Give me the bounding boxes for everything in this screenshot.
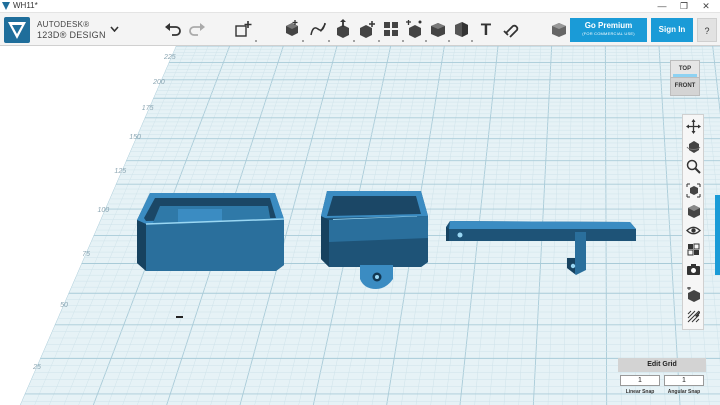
ruler-label: 200 (152, 79, 165, 86)
modify-icon[interactable] (357, 19, 377, 39)
window-title-bar: WH11* — ❐ ✕ (0, 0, 720, 13)
ruler-label: 225 (163, 54, 176, 61)
maximize-button[interactable]: ❐ (673, 0, 695, 13)
materials-icon[interactable] (686, 242, 701, 257)
combine-icon[interactable] (428, 19, 448, 39)
navigation-bar (682, 114, 704, 330)
chevron-down-icon[interactable] (110, 26, 119, 32)
app-logo[interactable] (4, 17, 30, 43)
construct-icon[interactable] (333, 19, 353, 39)
minimize-button[interactable]: — (651, 0, 673, 13)
edit-grid-panel: Edit Grid 1 1 Linear Snap Angular Snap (618, 358, 706, 400)
logo-icon (8, 22, 26, 39)
origin-marker (176, 316, 183, 318)
view-cube[interactable]: TOP FRONT (670, 60, 700, 96)
go-premium-button[interactable]: Go Premium (FOR COMMERCIAL USE) (570, 18, 647, 42)
ruler-label: 25 (32, 364, 41, 371)
dropdown-dot (255, 40, 257, 42)
svg-text:T: T (481, 20, 492, 39)
material-icon[interactable] (549, 19, 569, 39)
sketch-icon[interactable] (308, 19, 328, 39)
pan-icon[interactable] (686, 119, 701, 134)
orbit-icon[interactable] (686, 139, 701, 154)
model-box-open[interactable] (137, 193, 285, 271)
redo-icon[interactable] (187, 19, 207, 39)
edit-grid-icon[interactable] (686, 309, 701, 324)
ruler-label: 150 (129, 134, 141, 141)
dropdown-dot (378, 40, 380, 42)
linear-snap-label: Linear Snap (625, 389, 655, 395)
view-cube-icon[interactable] (686, 204, 701, 219)
brand-autodesk: AUTODESK® (37, 20, 90, 29)
ruler-label: 125 (114, 168, 126, 175)
dropdown-dot (353, 40, 355, 42)
dropdown-dot (448, 40, 450, 42)
dropdown-dot (302, 40, 304, 42)
dropdown-dot (328, 40, 330, 42)
solid-view-icon[interactable] (686, 287, 701, 302)
zoom-icon[interactable] (686, 159, 701, 174)
angular-snap-input[interactable]: 1 (664, 375, 704, 386)
screenshot-icon[interactable] (686, 262, 701, 277)
ruler-label: 75 (82, 251, 90, 258)
ruler-label: 100 (97, 207, 109, 214)
text-icon[interactable]: T (476, 19, 496, 39)
window-title: WH11* (13, 1, 38, 10)
fit-icon[interactable] (686, 183, 701, 198)
close-button[interactable]: ✕ (695, 0, 717, 13)
pattern-icon[interactable] (381, 19, 401, 39)
viewport-canvas[interactable]: 225 200 175 150 125 100 75 50 25 (0, 46, 720, 405)
primitives-icon[interactable] (282, 19, 302, 39)
help-button[interactable]: ? (697, 18, 717, 42)
app-icon (2, 2, 10, 10)
dropdown-dot (425, 40, 427, 42)
edit-grid-button[interactable]: Edit Grid (618, 358, 706, 372)
visibility-icon[interactable] (686, 223, 701, 238)
transform-icon[interactable] (233, 19, 253, 39)
view-cube-front[interactable]: FRONT (670, 78, 700, 96)
undo-icon[interactable] (163, 19, 183, 39)
view-cube-highlight (673, 74, 697, 77)
measure-icon[interactable] (451, 19, 471, 39)
grid-scene[interactable]: 225 200 175 150 125 100 75 50 25 (0, 46, 720, 405)
grouping-icon[interactable] (404, 19, 424, 39)
snap-icon[interactable] (500, 19, 520, 39)
ruler-label: 175 (142, 105, 154, 112)
sign-in-button[interactable]: Sign In (651, 18, 693, 42)
dropdown-dot (402, 40, 404, 42)
linear-snap-input[interactable]: 1 (620, 375, 660, 386)
main-toolbar: AUTODESK® 123D® DESIGN T Go Premium (FOR… (0, 13, 720, 46)
go-premium-subtitle: (FOR COMMERCIAL USE) (582, 31, 635, 36)
go-premium-title: Go Premium (584, 21, 633, 30)
side-panel-tab[interactable] (715, 195, 720, 275)
ruler-label: 50 (60, 302, 68, 309)
angular-snap-label: Angular Snap (667, 389, 701, 395)
brand-product: 123D® DESIGN (37, 30, 106, 40)
dropdown-dot (471, 40, 473, 42)
